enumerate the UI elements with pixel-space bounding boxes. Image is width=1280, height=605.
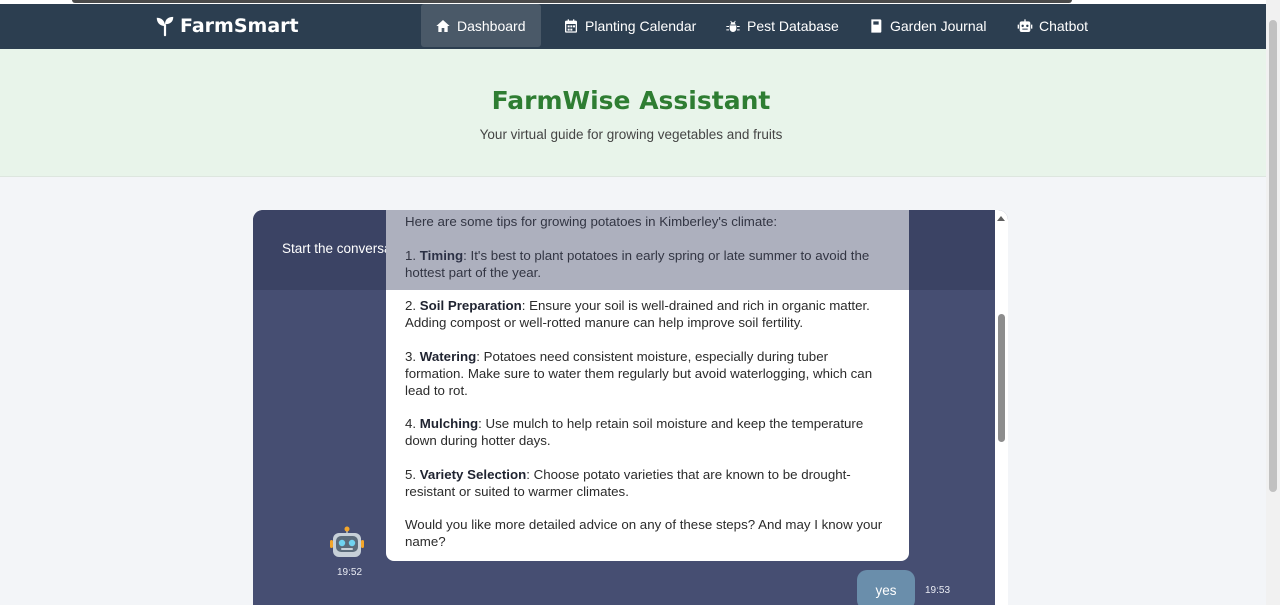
scroll-up-arrow-icon[interactable]: [997, 216, 1005, 221]
tip-number: 5.: [405, 466, 420, 482]
tip-title: Mulching: [419, 416, 479, 431]
journal-icon: [871, 18, 882, 33]
tip-title: Watering: [419, 348, 477, 364]
nav-chatbot-label: Chatbot: [1039, 17, 1089, 34]
bot-message-intro: Here are some tips for growing potatoes …: [405, 214, 778, 229]
page-subtitle: Your virtual guide for growing vegetable…: [479, 127, 783, 142]
nav-dashboard-label: Dashboard: [457, 17, 526, 34]
tip-number: 3.: [405, 348, 420, 364]
bot-message-time: 19:52: [337, 567, 363, 578]
user-message-text: yes: [875, 583, 897, 598]
tip-text: : Potatoes need consistent moisture, esp…: [405, 348, 873, 398]
home-icon: [436, 19, 450, 32]
chat-scrollbar-thumb[interactable]: [998, 314, 1005, 442]
tip-item: 2. Soil Preparation: Ensure your soil is…: [405, 297, 890, 331]
nav-chatbot[interactable]: Chatbot: [1003, 4, 1102, 47]
tip-number: 1.: [405, 247, 420, 263]
tip-item: 5. Variety Selection: Choose potato vari…: [405, 466, 890, 500]
nav-pest-database-label: Pest Database: [747, 17, 839, 34]
browser-tab-bar: [72, 0, 1072, 3]
user-message-time: 19:53: [925, 585, 951, 596]
tip-number: 4.: [405, 416, 420, 431]
bot-message-bubble: Here are some tips for growing potatoes …: [386, 210, 909, 561]
tip-title: Timing: [419, 247, 464, 263]
robot-avatar-icon: [330, 526, 364, 557]
robot-icon: [1017, 18, 1033, 32]
tip-item: 3. Watering: Potatoes need consistent mo…: [405, 348, 890, 399]
tip-item: 4. Mulching: Use mulch to help retain so…: [405, 415, 890, 449]
nav-planting-calendar-label: Planting Calendar: [585, 17, 697, 34]
calendar-icon: [565, 18, 577, 33]
page-scrollbar-thumb[interactable]: [1269, 20, 1277, 492]
nav-dashboard[interactable]: Dashboard: [421, 4, 541, 47]
brand-name: FarmSmart: [180, 15, 299, 37]
tip-title: Variety Selection: [419, 466, 527, 482]
nav-pest-database[interactable]: Pest Database: [711, 4, 853, 47]
top-navbar: FarmSmart Dashboard Planting Calendar Pe…: [0, 4, 1266, 49]
hero-section: FarmWise Assistant Your virtual guide fo…: [0, 49, 1266, 177]
bug-icon: [726, 20, 740, 32]
sprout-icon: [156, 16, 174, 37]
chat-scrollbar[interactable]: [995, 210, 1008, 605]
nav-garden-journal-label: Garden Journal: [890, 17, 987, 34]
nav-planting-calendar[interactable]: Planting Calendar: [549, 4, 710, 47]
tip-title: Soil Preparation: [419, 298, 522, 313]
page-title: FarmWise Assistant: [491, 86, 771, 115]
user-message-bubble: yes: [857, 570, 915, 605]
tip-number: 2.: [405, 298, 420, 313]
chat-window[interactable]: Start the conversation Here are some tip…: [253, 210, 1008, 605]
page-scrollbar[interactable]: [1266, 0, 1280, 605]
nav-garden-journal[interactable]: Garden Journal: [854, 4, 1001, 47]
tip-text: : It's best to plant potatoes in early s…: [405, 247, 870, 280]
tip-item: 1. Timing: It's best to plant potatoes i…: [405, 247, 890, 281]
bot-message-closing: Would you like more detailed advice on a…: [405, 517, 883, 549]
brand-logo[interactable]: FarmSmart: [154, 15, 299, 37]
